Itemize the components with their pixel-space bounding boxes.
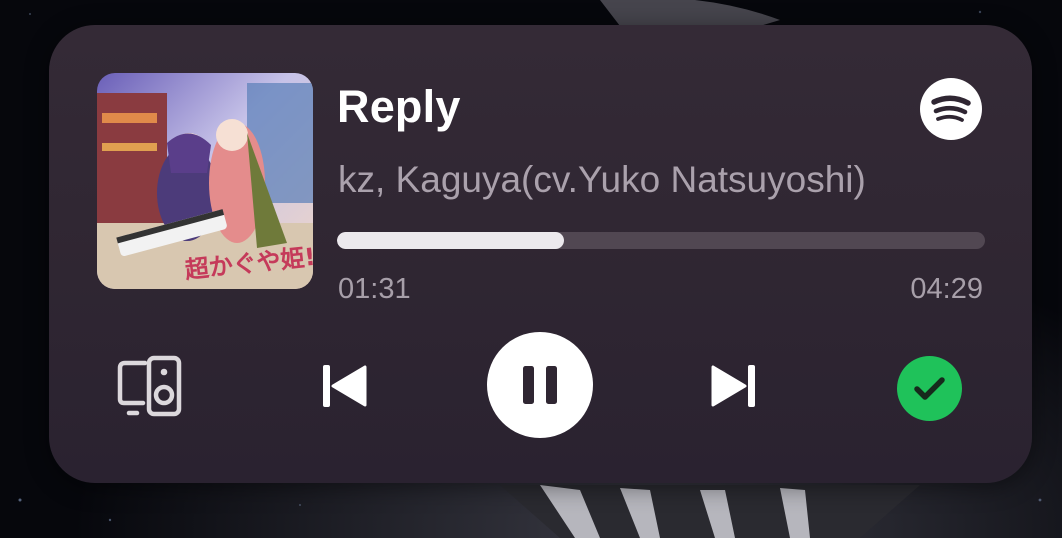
elapsed-time: 01:31 (338, 273, 411, 305)
pause-icon (523, 366, 557, 404)
progress-fill (337, 232, 564, 249)
track-artist: kz, Kaguya(cv.Yuko Natsuyoshi) (338, 159, 866, 200)
now-playing-widget[interactable]: 超かぐや姫! Reply kz, Kaguya(cv.Yuko Natsuyos… (49, 25, 1032, 483)
total-duration: 04:29 (910, 273, 983, 305)
check-icon (914, 377, 945, 400)
saved-to-library-button[interactable] (897, 356, 962, 421)
pause-button[interactable] (487, 332, 593, 438)
progress-bar[interactable] (337, 232, 985, 249)
skip-previous-button[interactable] (319, 361, 369, 411)
spotify-logo-icon[interactable] (920, 78, 982, 140)
skip-next-icon (711, 365, 755, 407)
skip-previous-icon (323, 365, 367, 407)
track-title: Reply (337, 81, 461, 132)
album-art[interactable]: 超かぐや姫! (97, 73, 313, 289)
devices-speaker-icon[interactable] (115, 351, 185, 421)
skip-next-button[interactable] (709, 361, 759, 411)
